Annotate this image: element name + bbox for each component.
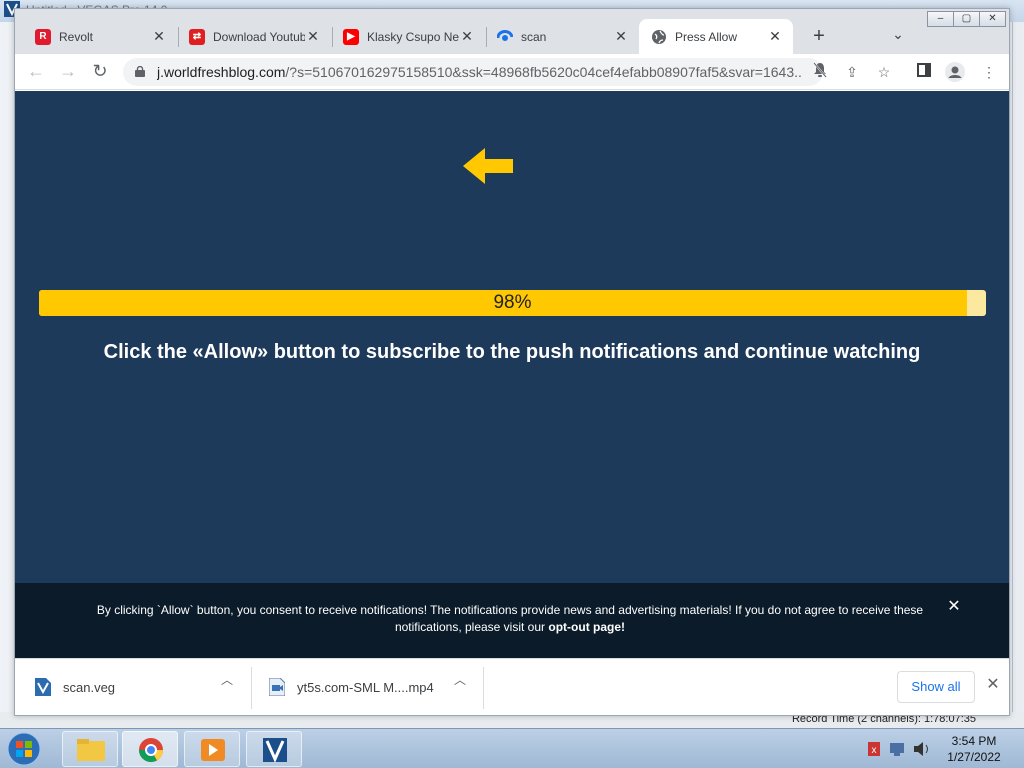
network-icon[interactable]: [890, 743, 904, 756]
tab[interactable]: Press Allow ✕: [639, 19, 793, 54]
url-text[interactable]: j.worldfreshblog.com/?s=5106701629751585…: [157, 64, 802, 80]
profile-avatar-icon[interactable]: [945, 62, 965, 82]
close-window-button[interactable]: ✕: [979, 11, 1006, 27]
close-tab-icon[interactable]: ✕: [151, 28, 167, 45]
tab[interactable]: ⇄ Download Youtube ✕: [177, 19, 331, 54]
taskbar: x 3:54 PM 1/27/2022: [0, 728, 1024, 768]
scan-icon: [497, 29, 513, 45]
page-headline: Click the «Allow» button to subscribe to…: [103, 341, 921, 363]
tab-strip: R Revolt ✕ ⇄ Download Youtube ✕ ▶ Klasky Csupo …: [15, 9, 1009, 54]
chrome-icon: [139, 738, 163, 763]
chrome-taskbar-button[interactable]: [122, 731, 178, 767]
tab-label: Download Youtube: [213, 29, 305, 44]
taskbar-clock[interactable]: 3:54 PM 1/27/2022: [936, 733, 1012, 765]
system-tray: x: [864, 737, 936, 761]
volume-icon[interactable]: [914, 742, 928, 756]
download-filename: scan.veg: [63, 679, 116, 695]
browser-toolbar: ← → ↻ j.worldfreshblog.com/?s=5106701629…: [15, 54, 1009, 90]
notifications-blocked-icon[interactable]: [810, 62, 830, 82]
revolt-icon: R: [35, 28, 51, 45]
youtube-icon: ▶: [343, 28, 359, 45]
arrow-left-icon: [463, 148, 513, 184]
url-path: /?s=510670162975158510&ssk=48968fb5620c0…: [285, 64, 802, 80]
explorer-taskbar-button[interactable]: [62, 731, 118, 767]
globe-icon: [651, 29, 667, 45]
svg-text:x: x: [872, 745, 877, 756]
media-player-icon: [201, 739, 225, 761]
divider: [483, 667, 484, 709]
maximize-button[interactable]: ▢: [953, 11, 980, 27]
tab-search-button[interactable]: ⌄: [887, 26, 909, 48]
forward-button[interactable]: →: [56, 60, 80, 84]
tab[interactable]: R Revolt ✕: [23, 19, 177, 54]
web-page: 98% Click the «Allow» button to subscrib…: [15, 91, 1009, 658]
chevron-up-icon[interactable]: ︿: [219, 671, 235, 688]
menu-kebab-icon[interactable]: ⋮: [979, 62, 999, 82]
tab[interactable]: scan ✕: [485, 19, 639, 54]
consent-banner: By clicking `Allow` button, you consent …: [15, 583, 1009, 658]
share-icon[interactable]: ⇪: [842, 62, 862, 82]
download-shelf: scan.veg ︿ yt5s.com-SML M....mp4 ︿ Show …: [15, 658, 1009, 715]
media-player-taskbar-button[interactable]: [184, 731, 240, 767]
vegas-icon: [263, 738, 287, 763]
reload-button[interactable]: ↻: [88, 60, 112, 84]
download-item[interactable]: scan.veg: [35, 667, 115, 707]
background-side-panel: [1012, 22, 1024, 712]
action-center-icon[interactable]: x: [868, 742, 880, 756]
minimize-button[interactable]: ‒: [927, 11, 954, 27]
close-tab-icon[interactable]: ✕: [767, 28, 783, 45]
close-shelf-button[interactable]: ✕: [983, 675, 1003, 695]
tab-label: Klasky Csupo New: [367, 29, 459, 44]
url-host: j.worldfreshblog.com: [157, 64, 286, 80]
bookmark-star-icon[interactable]: ☆: [874, 62, 894, 82]
consent-text: By clicking `Allow` button, you consent …: [75, 602, 945, 636]
browser-window: R Revolt ✕ ⇄ Download Youtube ✕ ▶ Klasky Csupo …: [14, 8, 1010, 716]
vegas-taskbar-button[interactable]: [246, 731, 302, 767]
new-tab-button[interactable]: +: [808, 26, 830, 48]
download-filename: yt5s.com-SML M....mp4: [297, 679, 434, 695]
address-bar[interactable]: j.worldfreshblog.com/?s=5106701629751585…: [123, 58, 823, 86]
clock-date: 1/27/2022: [947, 750, 1001, 764]
back-button[interactable]: ←: [24, 60, 48, 84]
opt-out-link[interactable]: opt-out page!: [548, 620, 625, 634]
close-tab-icon[interactable]: ✕: [459, 28, 475, 45]
chevron-up-icon[interactable]: ︿: [452, 671, 468, 688]
lock-icon: [135, 66, 145, 77]
download-icon: ⇄: [189, 28, 205, 45]
download-item[interactable]: yt5s.com-SML M....mp4: [269, 667, 434, 707]
tab-label: Revolt: [59, 29, 94, 44]
windows-start-icon[interactable]: [4, 731, 44, 767]
divider: [251, 667, 252, 709]
video-file-icon: [269, 678, 285, 696]
folder-icon: [77, 739, 105, 761]
tab[interactable]: ▶ Klasky Csupo New ✕: [331, 19, 485, 54]
progress-label: 98%: [493, 292, 532, 313]
clock-time: 3:54 PM: [951, 734, 997, 748]
close-tab-icon[interactable]: ✕: [305, 28, 321, 45]
tab-label: scan: [521, 29, 547, 44]
side-panel-icon[interactable]: [914, 62, 934, 82]
show-all-button[interactable]: Show all: [897, 671, 975, 703]
progress-bar: 98%: [39, 290, 986, 316]
close-tab-icon[interactable]: ✕: [613, 28, 629, 45]
vegas-file-icon: [35, 678, 51, 696]
consent-close-button[interactable]: ✕: [945, 598, 963, 616]
tab-label: Press Allow: [675, 29, 738, 44]
consent-message: By clicking `Allow` button, you consent …: [96, 603, 924, 634]
